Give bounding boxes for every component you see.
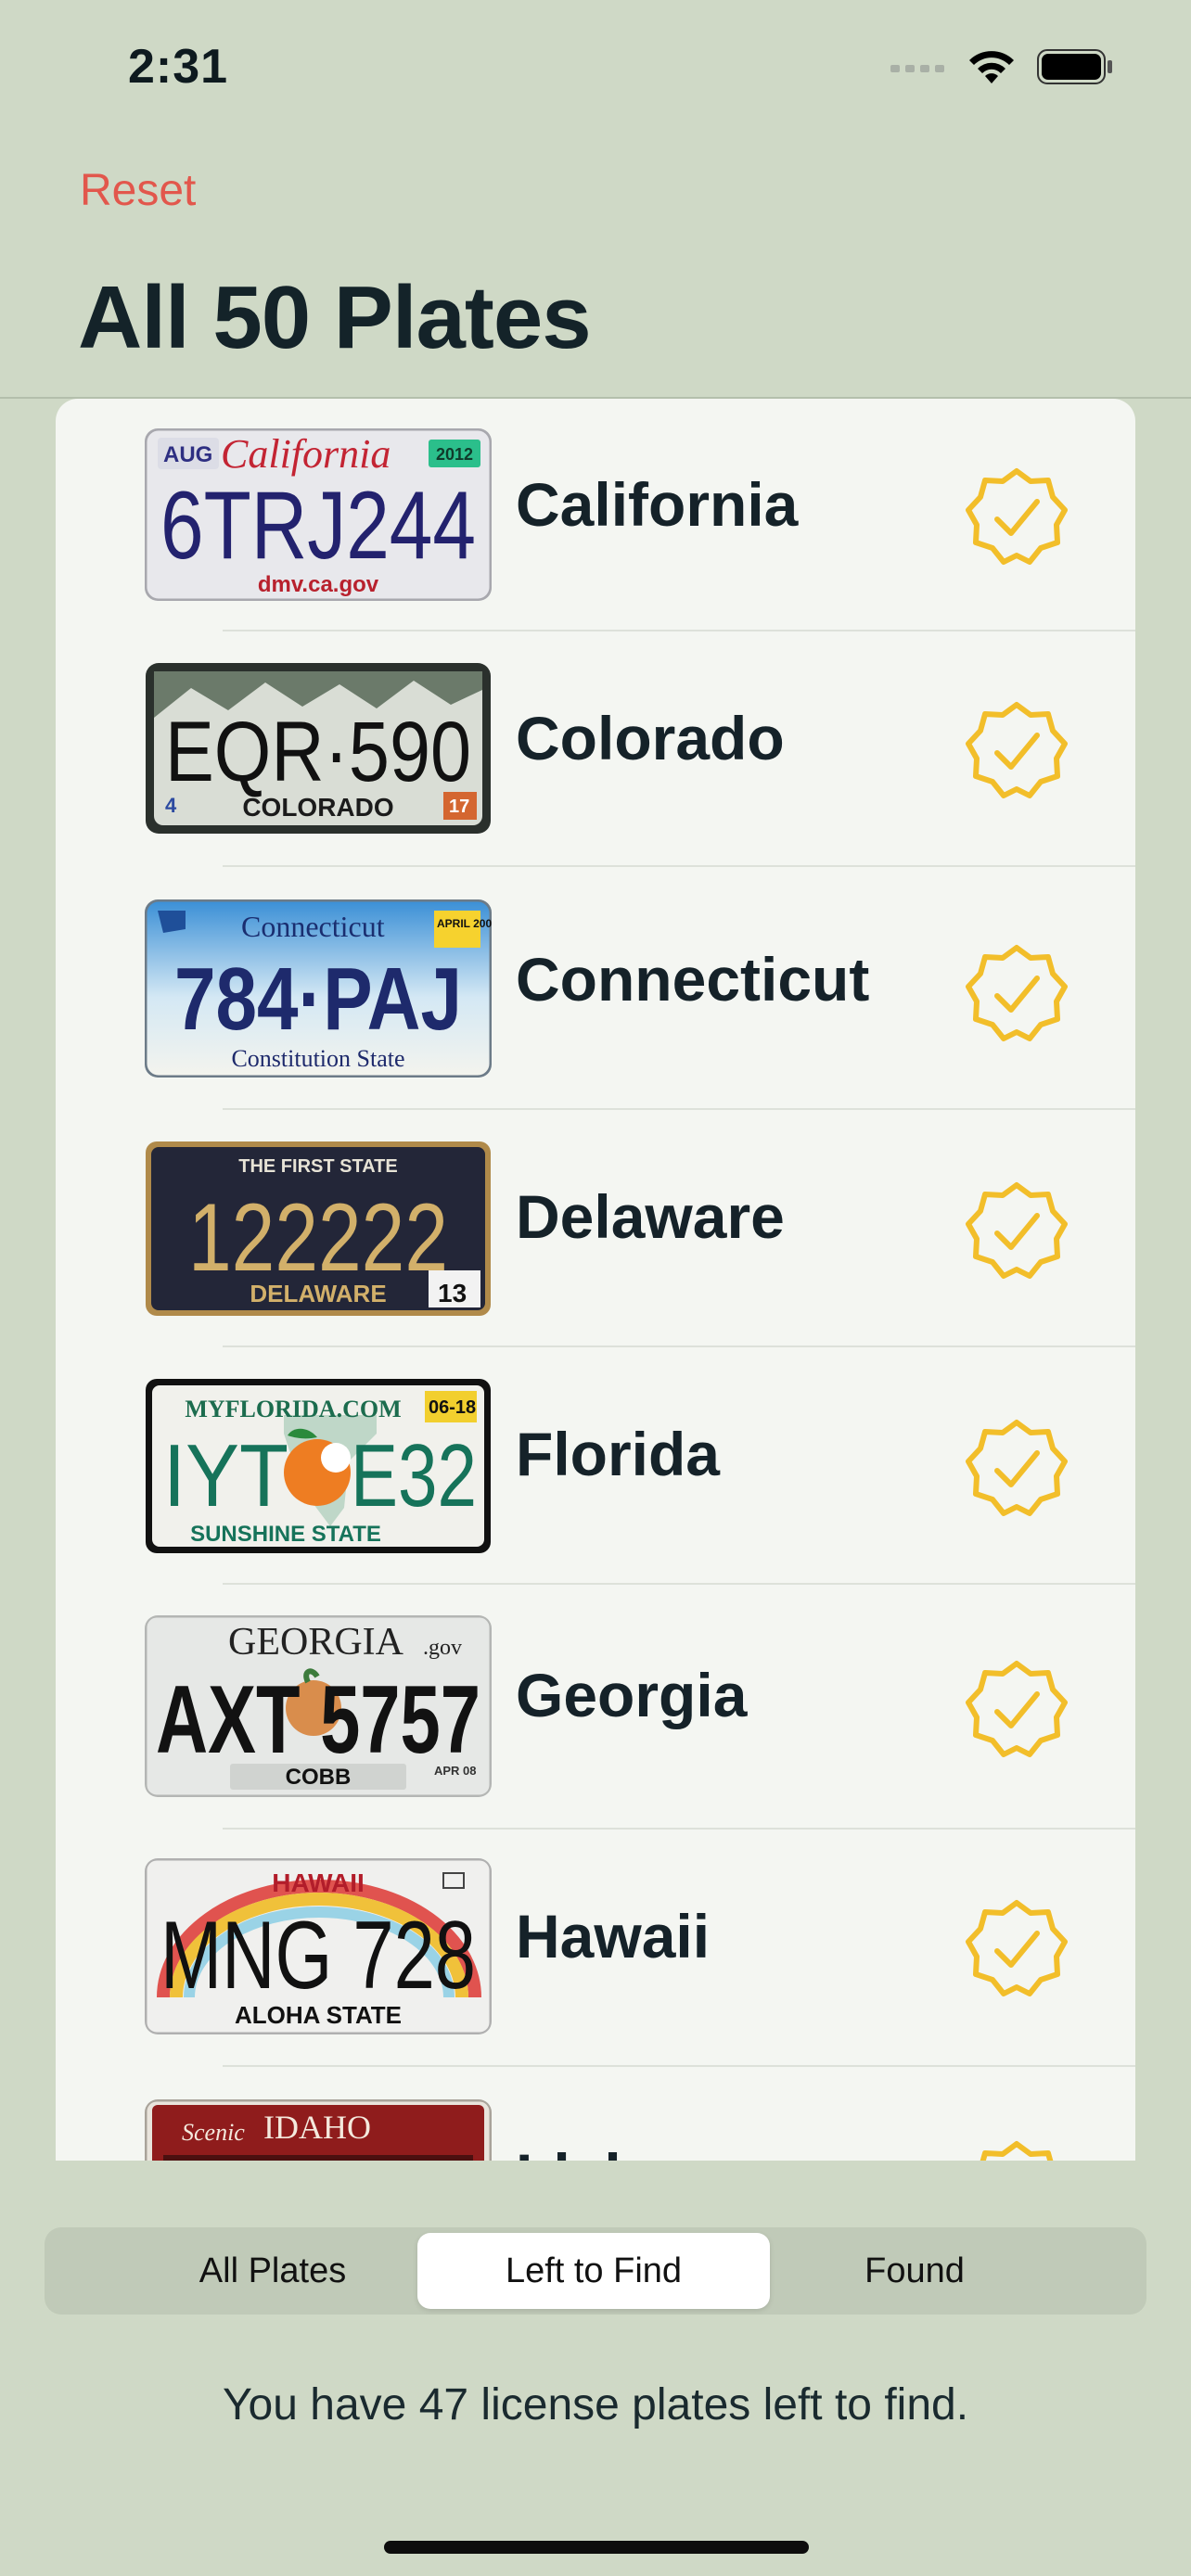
connecticut-top: Connecticut (241, 910, 385, 943)
found-checkmark-badge-icon (980, 2141, 1054, 2161)
list-item-california[interactable]: AUG California 2012 6TRJ244 dmv.ca.gov C… (56, 399, 1135, 631)
state-name: Georgia (516, 1661, 748, 1729)
row-divider (223, 1828, 1135, 1830)
cellular-signal-icon (890, 65, 944, 72)
idaho-script: Scenic (182, 2119, 245, 2146)
georgia-plate-image: GEORGIA .gov AXT 5757 COBB APR 08 (145, 1615, 492, 1797)
delaware-number: 122222 (188, 1184, 448, 1292)
georgia-top-suffix: .gov (423, 1636, 462, 1660)
list-item-delaware[interactable]: THE FIRST STATE 122222 DELAWARE 13 Delaw… (56, 1111, 1135, 1347)
california-script: California (221, 431, 391, 477)
california-plate-art: AUG California 2012 6TRJ244 dmv.ca.gov (145, 428, 492, 601)
connecticut-plate-image: Connecticut APRIL 2004 784·PAJ Constitut… (145, 899, 492, 1078)
florida-plate-art: MYFLORIDA.COM 06-18 IYT E32 SUNSHINE STA… (146, 1379, 491, 1553)
row-divider (223, 1108, 1135, 1110)
wifi-icon (969, 51, 1014, 83)
delaware-plate-art: THE FIRST STATE 122222 DELAWARE 13 (146, 1141, 491, 1316)
segment-all-plates[interactable]: All Plates (96, 2233, 449, 2309)
california-number: 6TRJ244 (160, 472, 476, 580)
california-plate-image: AUG California 2012 6TRJ244 dmv.ca.gov (145, 428, 492, 601)
connecticut-tag: APRIL 2004 (437, 917, 492, 930)
idaho-top: IDAHO (263, 2109, 371, 2146)
list-item-georgia[interactable]: GEORGIA .gov AXT 5757 COBB APR 08 Georgi… (56, 1586, 1135, 1830)
georgia-county: COBB (286, 1765, 352, 1790)
georgia-top: GEORGIA (228, 1621, 404, 1664)
hawaii-plate-art: HAWAII MNG 728 ALOHA STATE (145, 1858, 492, 2034)
status-time: 2:31 (128, 40, 229, 94)
hawaii-number: MNG 728 (160, 1902, 476, 2009)
list-item-hawaii[interactable]: HAWAII MNG 728 ALOHA STATE Hawaii (56, 1830, 1135, 2067)
status-bar: 2:31 (0, 0, 1191, 130)
colorado-bottom: COLORADO (242, 793, 393, 822)
state-name: Idaho (516, 2140, 679, 2161)
connecticut-bottom: Constitution State (231, 1045, 404, 1072)
page-title: All 50 Plates (78, 268, 592, 367)
state-name: California (516, 470, 799, 539)
battery-icon (1037, 49, 1112, 84)
plates-list[interactable]: AUG California 2012 6TRJ244 dmv.ca.gov C… (56, 399, 1135, 2161)
list-item-idaho[interactable]: Scenic IDAHO Idaho (56, 2068, 1135, 2161)
segment-found[interactable]: Found (738, 2233, 1091, 2309)
row-divider (223, 2065, 1135, 2067)
state-name: Delaware (516, 1182, 785, 1251)
idaho-plate-art: Scenic IDAHO (145, 2099, 492, 2161)
delaware-top: THE FIRST STATE (238, 1156, 397, 1177)
hawaii-top: HAWAII (272, 1868, 365, 1897)
found-checkmark-badge-icon (966, 1420, 1068, 1516)
georgia-plate-art: GEORGIA .gov AXT 5757 COBB APR 08 (145, 1615, 492, 1797)
idaho-plate-image: Scenic IDAHO (145, 2099, 492, 2161)
found-checkmark-badge-icon (966, 1661, 1068, 1757)
state-name: Colorado (516, 704, 785, 772)
colorado-plate-art: EQR·590 4 COLORADO 17 (146, 663, 491, 834)
california-bottom: dmv.ca.gov (258, 572, 379, 597)
row-divider (223, 865, 1135, 867)
delaware-tag: 13 (438, 1279, 467, 1307)
delaware-plate-image: THE FIRST STATE 122222 DELAWARE 13 (145, 1141, 492, 1317)
segment-left-to-find[interactable]: Left to Find (417, 2233, 770, 2309)
remaining-count-message: You have 47 license plates left to find. (222, 2380, 969, 2429)
reset-button[interactable]: Reset (80, 165, 196, 216)
florida-number-left: IYT (163, 1426, 288, 1525)
california-year: 2012 (436, 445, 473, 464)
found-checkmark-badge-icon (966, 468, 1068, 565)
list-item-florida[interactable]: MYFLORIDA.COM 06-18 IYT E32 SUNSHINE STA… (56, 1348, 1135, 1585)
delaware-bottom: DELAWARE (250, 1280, 386, 1307)
state-name: Florida (516, 1420, 721, 1488)
florida-tag: 06-18 (429, 1397, 476, 1418)
found-checkmark-badge-icon (966, 1182, 1068, 1279)
florida-top: MYFLORIDA.COM (185, 1396, 401, 1422)
row-divider (223, 630, 1135, 631)
florida-number-right: E32 (351, 1426, 477, 1525)
colorado-right-tag: 17 (449, 797, 469, 817)
found-checkmark-badge-icon (966, 945, 1068, 1041)
hawaii-plate-image: HAWAII MNG 728 ALOHA STATE (145, 1858, 492, 2034)
found-checkmark-badge-icon (966, 1900, 1068, 1996)
florida-plate-image: MYFLORIDA.COM 06-18 IYT E32 SUNSHINE STA… (145, 1378, 492, 1554)
home-indicator[interactable] (384, 2541, 809, 2554)
california-month: AUG (163, 442, 212, 467)
colorado-number: EQR·590 (165, 705, 471, 799)
state-name: Connecticut (516, 945, 870, 1014)
connecticut-plate-art: Connecticut APRIL 2004 784·PAJ Constitut… (145, 899, 492, 1078)
row-divider (223, 1583, 1135, 1585)
found-checkmark-badge-icon (966, 702, 1068, 798)
georgia-tag: APR 08 (434, 1764, 477, 1778)
georgia-number: AXT 5757 (156, 1666, 480, 1774)
row-divider (223, 1345, 1135, 1347)
state-name: Hawaii (516, 1902, 711, 1970)
filter-segmented-control[interactable]: All Plates Left to Find Found (45, 2227, 1146, 2315)
hawaii-bottom: ALOHA STATE (235, 2001, 402, 2029)
colorado-left-tag: 4 (165, 794, 177, 817)
colorado-plate-image: EQR·590 4 COLORADO 17 (145, 662, 492, 835)
list-item-colorado[interactable]: EQR·590 4 COLORADO 17 Colorado (56, 632, 1135, 867)
list-item-connecticut[interactable]: Connecticut APRIL 2004 784·PAJ Constitut… (56, 868, 1135, 1110)
florida-bottom: SUNSHINE STATE (190, 1522, 381, 1547)
connecticut-number: 784·PAJ (174, 950, 462, 1049)
status-icons (890, 43, 1113, 91)
